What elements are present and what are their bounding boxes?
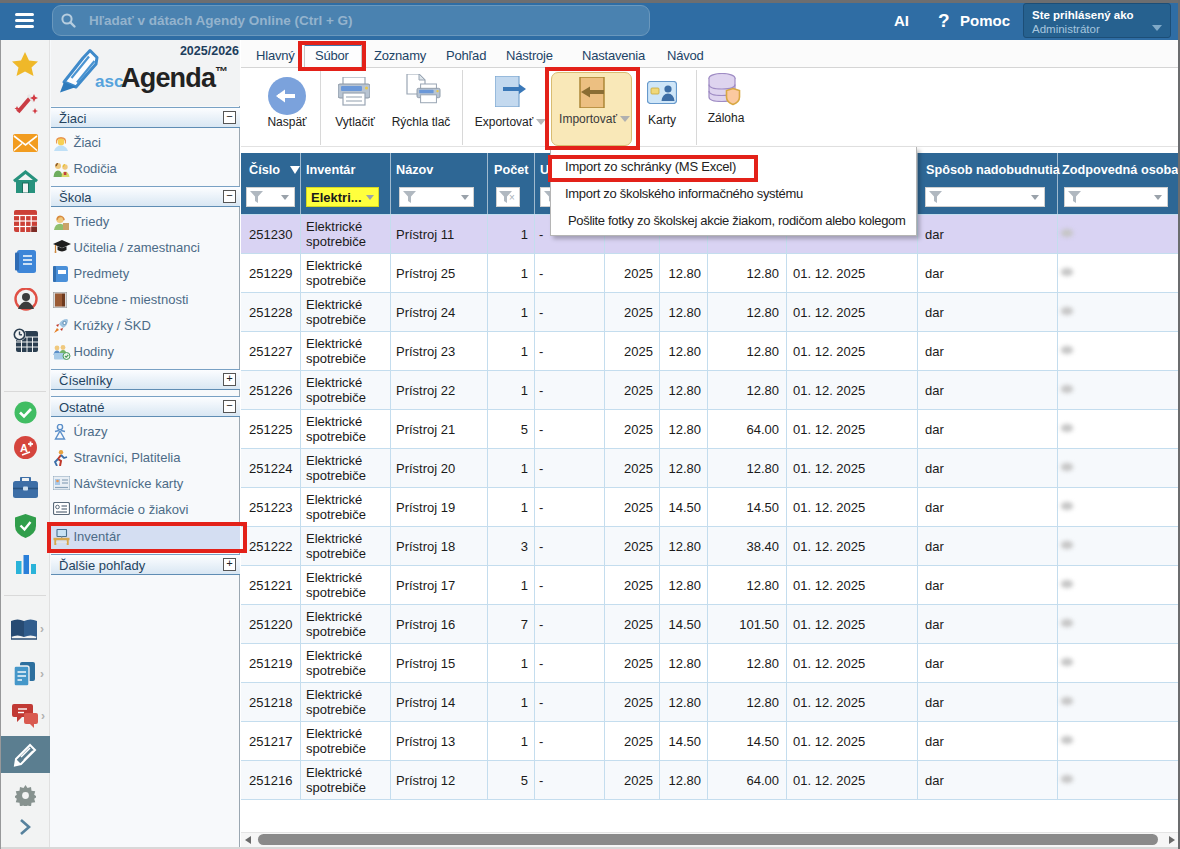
svg-text:A: A xyxy=(20,442,28,454)
